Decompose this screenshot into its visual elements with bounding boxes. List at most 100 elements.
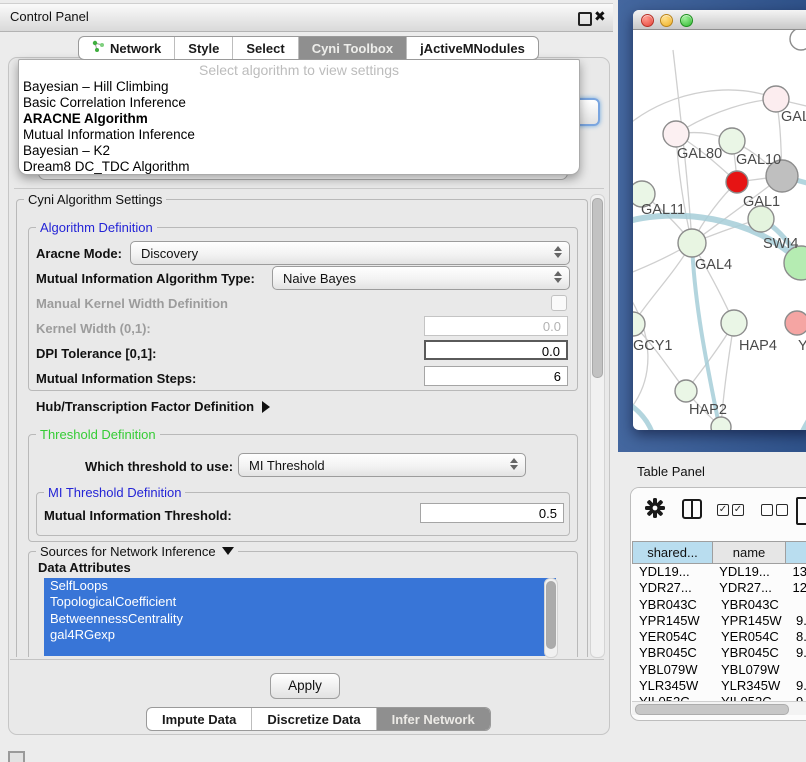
split-columns-icon[interactable]	[682, 499, 702, 519]
dpi-tolerance-field[interactable]: 0.0	[424, 340, 568, 360]
network-node[interactable]	[678, 229, 706, 257]
table-hscrollbar-thumb[interactable]	[635, 704, 789, 715]
gear-icon[interactable]	[644, 497, 666, 524]
apply-button[interactable]: Apply	[270, 673, 340, 699]
table-row[interactable]: YBR045CYBR045C9.	[632, 645, 806, 661]
network-node[interactable]	[721, 310, 747, 336]
float-window-icon[interactable]	[578, 12, 592, 26]
data-attribute-item[interactable]: SelfLoops	[44, 578, 556, 594]
data-attribute-item[interactable]: TopologicalCoefficient	[44, 594, 556, 610]
kernel-width-label: Kernel Width (0,1):	[36, 321, 151, 336]
table-cell: YDR27...	[714, 580, 785, 596]
apply-divider	[10, 659, 604, 660]
network-node-label: GAL80	[677, 146, 722, 162]
sources-group-title[interactable]: Sources for Network Inference	[36, 544, 238, 559]
settings-scrollbar-thumb[interactable]	[592, 198, 603, 378]
network-edge-highlighted[interactable]	[633, 400, 656, 430]
hub-transcription-expander[interactable]: Hub/Transcription Factor Definition	[36, 399, 270, 414]
network-node[interactable]	[726, 171, 748, 193]
algorithm-dropdown-popup: Select algorithm to view settings Bayesi…	[18, 59, 580, 175]
algorithm-list-item[interactable]: Dream8 DC_TDC Algorithm	[19, 159, 579, 175]
network-node-label: HAP4	[739, 338, 777, 354]
control-panel-title: Control Panel	[10, 9, 89, 24]
zoom-traffic-light-icon[interactable]	[680, 14, 693, 27]
network-node[interactable]	[633, 312, 645, 336]
table-hscrollbar-track[interactable]	[632, 701, 806, 715]
table-row[interactable]: YPR145WYPR145W9.	[632, 613, 806, 629]
network-canvas[interactable]: GALGAL80GAL10GAL11GAL1SWI4GAL4GCY1HAP4YH…	[633, 30, 806, 430]
network-view-window[interactable]: GALGAL80GAL10GAL11GAL1SWI4GAL4GCY1HAP4YH…	[633, 10, 806, 430]
tab-select[interactable]: Select	[232, 37, 297, 59]
tab-infer-network[interactable]: Infer Network	[376, 708, 490, 730]
algorithm-list-item[interactable]: Basic Correlation Inference	[19, 95, 579, 111]
network-node[interactable]	[675, 380, 697, 402]
table-row[interactable]: YDL19...YDL19...13	[632, 564, 806, 580]
network-icon	[92, 40, 105, 56]
kernel-width-field[interactable]: 0.0	[424, 316, 568, 336]
network-node-label: GAL	[781, 109, 806, 125]
which-threshold-combo[interactable]: MI Threshold	[238, 453, 526, 477]
network-window-titlebar[interactable]	[633, 10, 806, 30]
table-row[interactable]: YBL079WYBL079W	[632, 662, 806, 678]
data-attributes-list[interactable]: SelfLoopsTopologicalCoefficientBetweenne…	[44, 578, 556, 656]
data-attribute-item[interactable]: BetweennessCentrality	[44, 611, 556, 627]
network-node[interactable]	[719, 128, 745, 154]
algorithm-list-item[interactable]: Bayesian – Hill Climbing	[19, 79, 579, 95]
column-header-partial[interactable]	[786, 541, 806, 564]
settings-scrollbar-track[interactable]	[590, 194, 605, 658]
table-row[interactable]: YDR27...YDR27...12	[632, 580, 806, 596]
control-panel-titlebar	[0, 3, 613, 32]
table-cell: YER054C	[632, 629, 716, 645]
minimized-panel-icon[interactable]	[8, 751, 25, 762]
table-cell: YLR345W	[716, 678, 789, 694]
attributes-scrollbar-thumb[interactable]	[546, 581, 556, 649]
manual-kernel-width-checkbox[interactable]	[551, 295, 567, 311]
table-cell: YDL19...	[632, 564, 714, 580]
tab-impute-data[interactable]: Impute Data	[147, 708, 251, 730]
network-node[interactable]	[663, 121, 689, 147]
column-header-name[interactable]: name	[713, 541, 786, 564]
page-icon[interactable]	[796, 497, 806, 525]
network-node-label: HAP2	[689, 402, 727, 418]
tab-cyni-toolbox[interactable]: Cyni Toolbox	[298, 37, 406, 59]
data-attribute-item[interactable]: gal4RGexp	[44, 627, 556, 643]
algorithm-list-item[interactable]: ARACNE Algorithm	[19, 111, 579, 127]
checked-checkbox-icon[interactable]: ✓	[732, 504, 744, 516]
network-node[interactable]	[790, 30, 806, 50]
network-node-label: GAL10	[736, 152, 781, 168]
tab-discretize-data[interactable]: Discretize Data	[251, 708, 375, 730]
close-icon[interactable]: ✖	[594, 8, 606, 25]
dpi-tolerance-label: DPI Tolerance [0,1]:	[36, 346, 156, 361]
mi-threshold-label: Mutual Information Threshold:	[44, 508, 232, 523]
tab-network[interactable]: Network	[79, 37, 174, 59]
mi-steps-field[interactable]: 6	[424, 366, 568, 386]
close-traffic-light-icon[interactable]	[641, 14, 654, 27]
attributes-scrollbar-track[interactable]	[544, 578, 558, 658]
tab-jactivemnodules[interactable]: jActiveMNodules	[406, 37, 538, 59]
table-cell: YPR145W	[716, 613, 789, 629]
unchecked-checkbox-icon[interactable]	[761, 504, 773, 516]
network-graph[interactable]: GALGAL80GAL10GAL11GAL1SWI4GAL4GCY1HAP4YH…	[633, 30, 806, 430]
tab-style[interactable]: Style	[174, 37, 232, 59]
mi-threshold-field[interactable]: 0.5	[420, 503, 564, 523]
aracne-mode-combo[interactable]: Discovery	[130, 241, 570, 265]
table-row[interactable]: YER054CYER054C8.	[632, 629, 806, 645]
network-edge[interactable]	[633, 324, 686, 391]
mi-algorithm-type-combo[interactable]: Naive Bayes	[272, 266, 570, 290]
table-cell: YLR345W	[632, 678, 716, 694]
unchecked-checkbox-icon[interactable]	[776, 504, 788, 516]
checked-checkbox-icon[interactable]: ✓	[717, 504, 729, 516]
table-row[interactable]: YBR043CYBR043C	[632, 597, 806, 613]
minimize-traffic-light-icon[interactable]	[660, 14, 673, 27]
network-edge[interactable]	[633, 243, 692, 324]
column-header-shared-name[interactable]: shared...	[632, 541, 713, 564]
algorithm-list-item[interactable]: Bayesian – K2	[19, 143, 579, 159]
table-row[interactable]: YLR345WYLR345W9.	[632, 678, 806, 694]
network-node[interactable]	[785, 311, 806, 335]
stepper-arrows-icon	[510, 458, 518, 470]
network-edge[interactable]	[633, 90, 776, 125]
mi-threshold-definition-title: MI Threshold Definition	[44, 485, 185, 500]
algorithm-list-item[interactable]: Mutual Information Inference	[19, 127, 579, 143]
network-node[interactable]	[711, 417, 731, 430]
network-edge-highlighted[interactable]	[791, 380, 806, 430]
